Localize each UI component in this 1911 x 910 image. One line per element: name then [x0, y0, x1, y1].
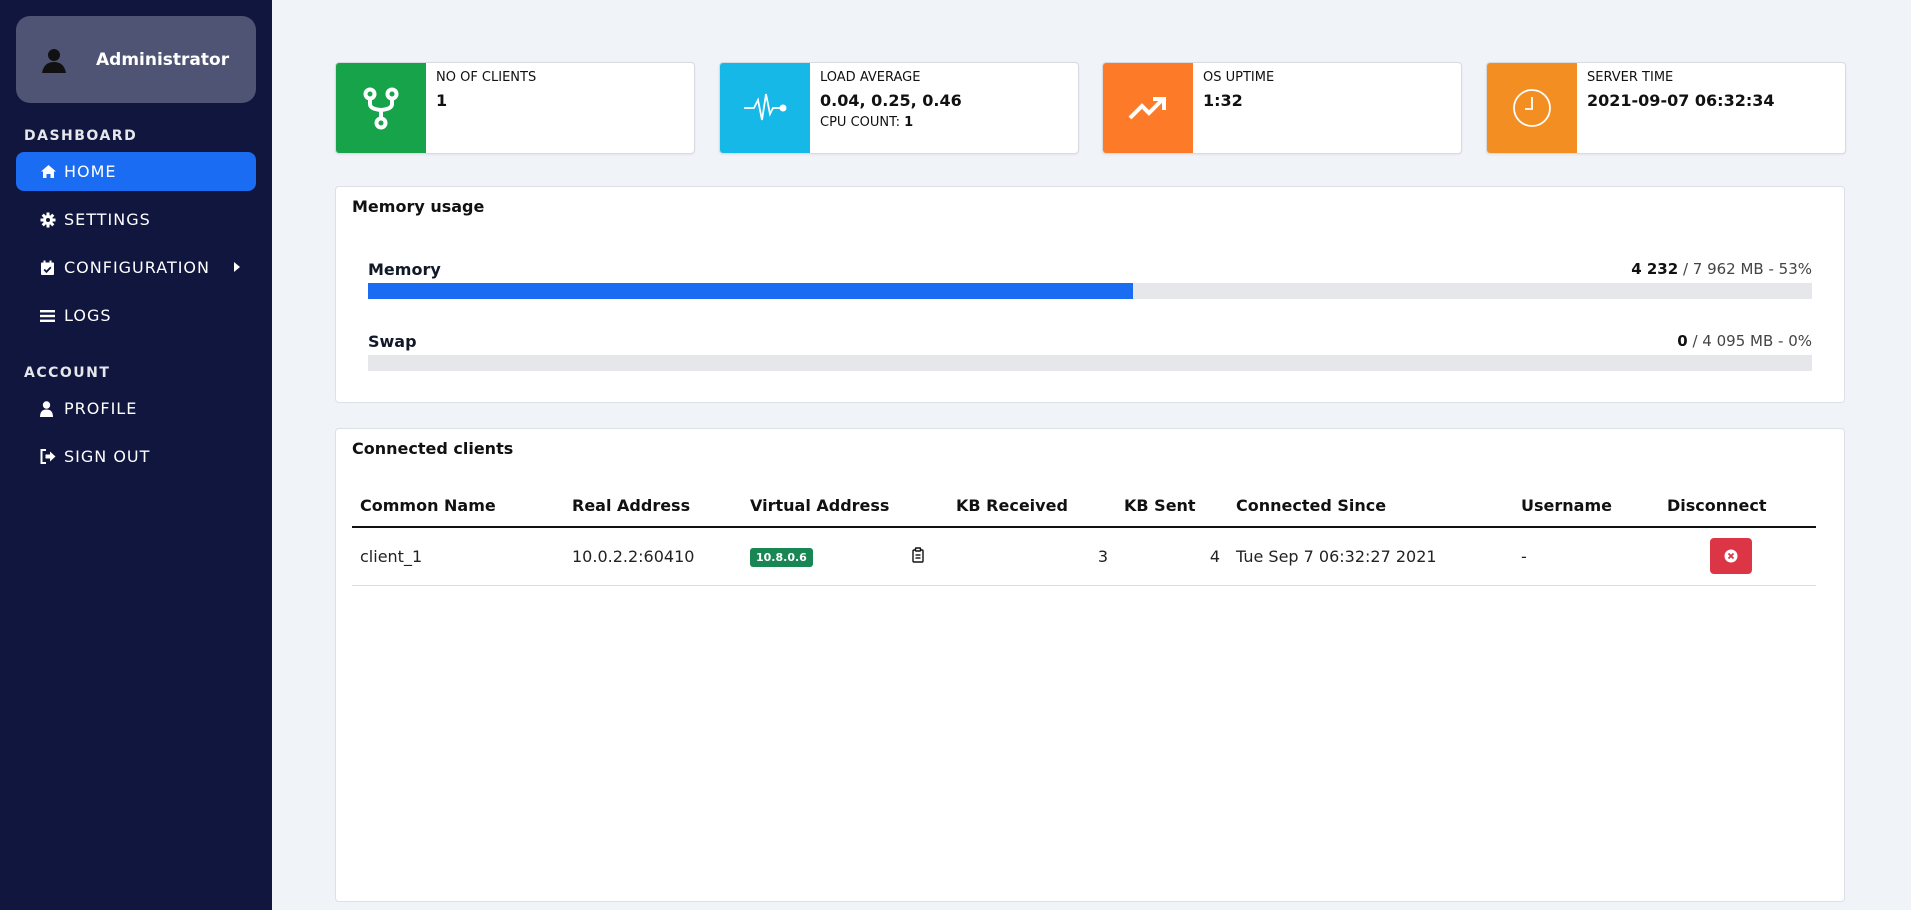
sidebar-item-label: LOGS	[64, 306, 112, 325]
stat-label: NO OF CLIENTS	[436, 70, 537, 85]
disconnect-cell	[1659, 527, 1816, 586]
kb-sent-cell: 4	[1116, 527, 1228, 586]
stat-value: 0.04, 0.25, 0.46	[820, 91, 962, 110]
clock-icon	[1487, 63, 1577, 153]
memory-used: 4 232	[1631, 260, 1679, 278]
user-icon	[40, 400, 62, 417]
sidebar-item-label: PROFILE	[64, 399, 138, 418]
gear-icon	[40, 212, 62, 228]
memory-value: 4 232 / 7 962 MB - 53%	[1631, 260, 1812, 278]
connected-since-cell: Tue Sep 7 06:32:27 2021	[1228, 527, 1513, 586]
user-avatar-icon	[40, 40, 96, 80]
memory-progress-fill	[368, 283, 1134, 299]
connected-clients-panel: Connected clients Common Name Real Addre…	[335, 428, 1845, 902]
clipboard-icon[interactable]	[912, 547, 930, 565]
username-cell: -	[1513, 527, 1659, 586]
stat-label: SERVER TIME	[1587, 70, 1674, 85]
sidebar-item-profile[interactable]: PROFILE	[16, 389, 256, 428]
cpu-count-label: CPU COUNT:	[820, 115, 901, 130]
column-header[interactable]: Real Address	[564, 484, 742, 528]
sidebar-item-label: SETTINGS	[64, 210, 151, 229]
user-card[interactable]: Administrator	[16, 16, 256, 103]
stat-card-os-uptime: OS UPTIME 1:32	[1102, 62, 1462, 154]
clients-table: Common Name Real Address Virtual Address…	[352, 484, 1816, 586]
heartbeat-icon	[720, 63, 810, 153]
sidebar: Administrator DASHBOARD HOME SETTINGS CO…	[0, 0, 272, 910]
swap-used: 0	[1677, 332, 1688, 350]
panel-title: Memory usage	[352, 197, 485, 216]
caret-right-icon	[234, 262, 240, 272]
calendar-check-icon	[40, 260, 62, 276]
list-icon	[40, 308, 62, 324]
trending-up-icon	[1103, 63, 1193, 153]
virtual-address-badge: 10.8.0.6	[750, 547, 813, 567]
sign-out-icon	[40, 449, 62, 465]
cpu-count-value: 1	[904, 115, 914, 130]
code-fork-icon	[336, 63, 426, 153]
disconnect-button[interactable]	[1710, 538, 1752, 575]
section-title-account: ACCOUNT	[24, 365, 111, 381]
cpu-count: CPU COUNT: 1	[820, 115, 913, 130]
sidebar-item-configuration[interactable]: CONFIGURATION	[16, 248, 256, 287]
sidebar-item-label: CONFIGURATION	[64, 258, 210, 277]
column-header[interactable]: Connected Since	[1228, 484, 1513, 528]
sidebar-item-sign-out[interactable]: SIGN OUT	[16, 437, 256, 476]
stat-card-clients: NO OF CLIENTS 1	[335, 62, 695, 154]
memory-row: Memory 4 232 / 7 962 MB - 53%	[368, 260, 1812, 300]
column-header[interactable]: Common Name	[352, 484, 564, 528]
sidebar-item-logs[interactable]: LOGS	[16, 296, 256, 335]
home-icon	[40, 164, 62, 180]
stat-value: 1	[436, 91, 448, 110]
common-name-cell: client_1	[352, 527, 564, 586]
column-header[interactable]: KB Sent	[1116, 484, 1228, 528]
column-header[interactable]: KB Received	[948, 484, 1116, 528]
stat-value: 1:32	[1203, 91, 1243, 110]
virtual-address-cell: 10.8.0.6	[742, 527, 948, 586]
memory-progress-bar	[368, 283, 1812, 299]
close-circle-icon	[1724, 549, 1738, 563]
stat-label: LOAD AVERAGE	[820, 70, 921, 85]
user-name: Administrator	[96, 49, 230, 70]
sidebar-item-label: SIGN OUT	[64, 447, 151, 466]
memory-label: Memory	[368, 260, 441, 279]
stat-card-server-time: SERVER TIME 2021-09-07 06:32:34	[1486, 62, 1846, 154]
swap-progress-bar	[368, 355, 1812, 371]
sidebar-item-home[interactable]: HOME	[16, 152, 256, 191]
panel-title: Connected clients	[352, 439, 514, 458]
swap-total: / 4 095 MB - 0%	[1687, 332, 1812, 350]
sidebar-item-settings[interactable]: SETTINGS	[16, 200, 256, 239]
real-address-cell: 10.0.2.2:60410	[564, 527, 742, 586]
stat-label: OS UPTIME	[1203, 70, 1275, 85]
memory-usage-panel: Memory usage Memory 4 232 / 7 962 MB - 5…	[335, 186, 1845, 403]
column-header[interactable]: Disconnect	[1659, 484, 1816, 528]
swap-value: 0 / 4 095 MB - 0%	[1677, 332, 1812, 350]
memory-total: / 7 962 MB - 53%	[1678, 260, 1812, 278]
stat-value: 2021-09-07 06:32:34	[1587, 91, 1775, 110]
table-row: client_1 10.0.2.2:60410 10.8.0.6 3 4 Tue…	[352, 527, 1816, 586]
table-header-row: Common Name Real Address Virtual Address…	[352, 484, 1816, 528]
swap-label: Swap	[368, 332, 417, 351]
kb-received-cell: 3	[948, 527, 1116, 586]
stat-card-load-average: LOAD AVERAGE 0.04, 0.25, 0.46 CPU COUNT:…	[719, 62, 1079, 154]
column-header[interactable]: Username	[1513, 484, 1659, 528]
section-title-dashboard: DASHBOARD	[24, 128, 138, 144]
swap-row: Swap 0 / 4 095 MB - 0%	[368, 332, 1812, 372]
column-header[interactable]: Virtual Address	[742, 484, 948, 528]
sidebar-item-label: HOME	[64, 162, 117, 181]
